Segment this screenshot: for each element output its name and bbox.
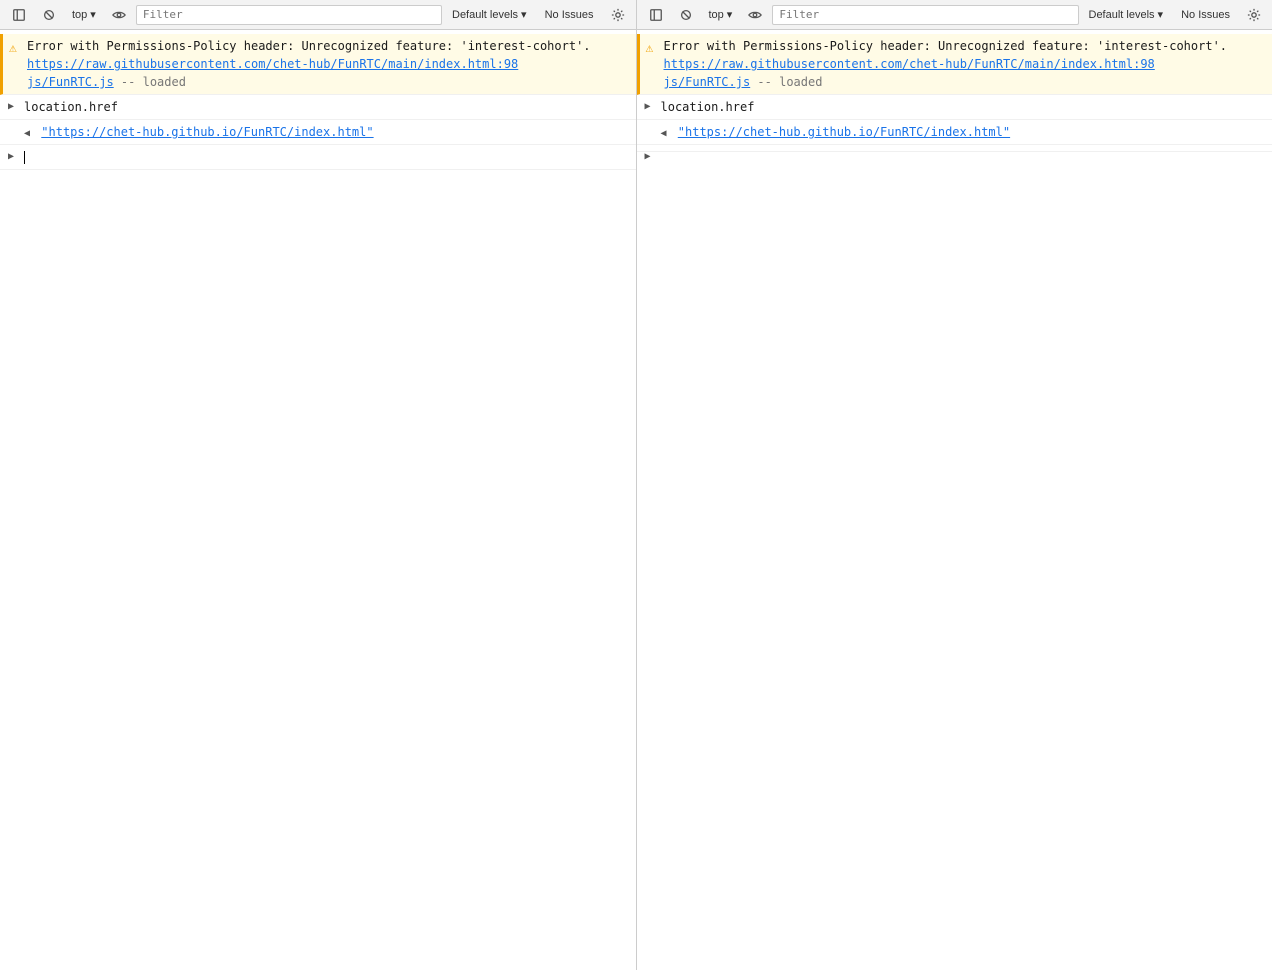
right-warning-icon: ⚠ — [646, 39, 654, 59]
right-no-breakpoints-button[interactable] — [673, 4, 699, 26]
right-console-content: ⚠ Error with Permissions-Policy header: … — [637, 30, 1272, 970]
left-eye-button[interactable] — [106, 4, 132, 26]
left-warning-entry: ⚠ Error with Permissions-Policy header: … — [0, 34, 636, 95]
left-warning-link3[interactable]: js/FunRTC.js — [27, 75, 114, 89]
left-context-label: top — [72, 9, 87, 21]
left-warning-text: Error with Permissions-Policy header: Un… — [27, 39, 591, 89]
right-levels-chevron-icon: ▾ — [1158, 8, 1164, 21]
right-location-entry[interactable]: ▶ location.href — [637, 95, 1272, 120]
left-levels-chevron-icon: ▾ — [521, 8, 527, 21]
left-levels-label: Default levels — [452, 9, 518, 21]
left-warning-source: -- loaded — [114, 75, 186, 89]
left-settings-button[interactable] — [606, 4, 630, 26]
left-no-issues-button[interactable]: No Issues — [537, 4, 602, 26]
left-cursor-line[interactable]: ▶ — [0, 145, 636, 170]
left-cursor-expand-icon: ▶ — [8, 149, 14, 164]
devtools-wrapper: top ▾ Default levels ▾ No Issues — [0, 0, 1272, 970]
left-panel: top ▾ Default levels ▾ No Issues — [0, 0, 637, 970]
left-cursor — [24, 151, 25, 164]
right-levels-label: Default levels — [1089, 9, 1155, 21]
right-toolbar: top ▾ Default levels ▾ No Issues — [637, 0, 1272, 30]
right-warning-link3[interactable]: js/FunRTC.js — [664, 75, 751, 89]
right-sidebar-toggle-button[interactable] — [643, 4, 669, 26]
left-console-content: ⚠ Error with Permissions-Policy header: … — [0, 30, 636, 970]
right-eye-button[interactable] — [742, 4, 768, 26]
left-filter-input[interactable] — [136, 5, 442, 25]
left-sidebar-toggle-button[interactable] — [6, 4, 32, 26]
right-context-chevron-icon: ▾ — [727, 8, 733, 21]
left-location-text: location.href — [24, 100, 118, 114]
left-result-arrow-icon: ◀ — [24, 128, 30, 139]
left-string-result-link[interactable]: "https://chet-hub.github.io/FunRTC/index… — [41, 125, 373, 139]
left-warning-icon: ⚠ — [9, 39, 17, 59]
right-levels-dropdown[interactable]: Default levels ▾ — [1083, 4, 1170, 26]
left-no-breakpoints-button[interactable] — [36, 4, 62, 26]
left-levels-dropdown[interactable]: Default levels ▾ — [446, 4, 533, 26]
right-expand-arrow-icon: ▶ — [645, 99, 651, 114]
left-toolbar: top ▾ Default levels ▾ No Issues — [0, 0, 636, 30]
left-context-chevron-icon: ▾ — [90, 8, 96, 21]
right-settings-button[interactable] — [1242, 4, 1266, 26]
right-no-issues-button[interactable]: No Issues — [1173, 4, 1238, 26]
right-warning-entry: ⚠ Error with Permissions-Policy header: … — [637, 34, 1272, 95]
right-expand-only-icon: ▶ — [645, 149, 651, 164]
left-location-entry[interactable]: ▶ location.href — [0, 95, 636, 120]
right-location-text: location.href — [661, 100, 755, 114]
left-context-dropdown[interactable]: top ▾ — [66, 4, 102, 26]
right-string-result-link[interactable]: "https://chet-hub.github.io/FunRTC/index… — [678, 125, 1010, 139]
left-string-result-entry: ◀ "https://chet-hub.github.io/FunRTC/ind… — [0, 120, 636, 145]
left-warning-link1[interactable]: https://raw.githubusercontent.com/chet-h… — [27, 57, 424, 71]
right-expand-only-entry[interactable]: ▶ — [637, 145, 1272, 152]
right-result-arrow-icon: ◀ — [661, 128, 667, 139]
right-warning-link1[interactable]: https://raw.githubusercontent.com/chet-h… — [664, 57, 1061, 71]
right-string-result-entry: ◀ "https://chet-hub.github.io/FunRTC/ind… — [637, 120, 1272, 145]
left-warning-link2[interactable]: index.html:98 — [424, 57, 518, 71]
right-context-label: top — [709, 9, 724, 21]
left-expand-arrow-icon: ▶ — [8, 99, 14, 114]
right-filter-input[interactable] — [772, 5, 1078, 25]
right-context-dropdown[interactable]: top ▾ — [703, 4, 739, 26]
right-warning-text: Error with Permissions-Policy header: Un… — [664, 39, 1228, 89]
right-warning-source: -- loaded — [750, 75, 822, 89]
right-warning-link2[interactable]: index.html:98 — [1061, 57, 1155, 71]
right-panel: top ▾ Default levels ▾ No Issues — [637, 0, 1272, 970]
